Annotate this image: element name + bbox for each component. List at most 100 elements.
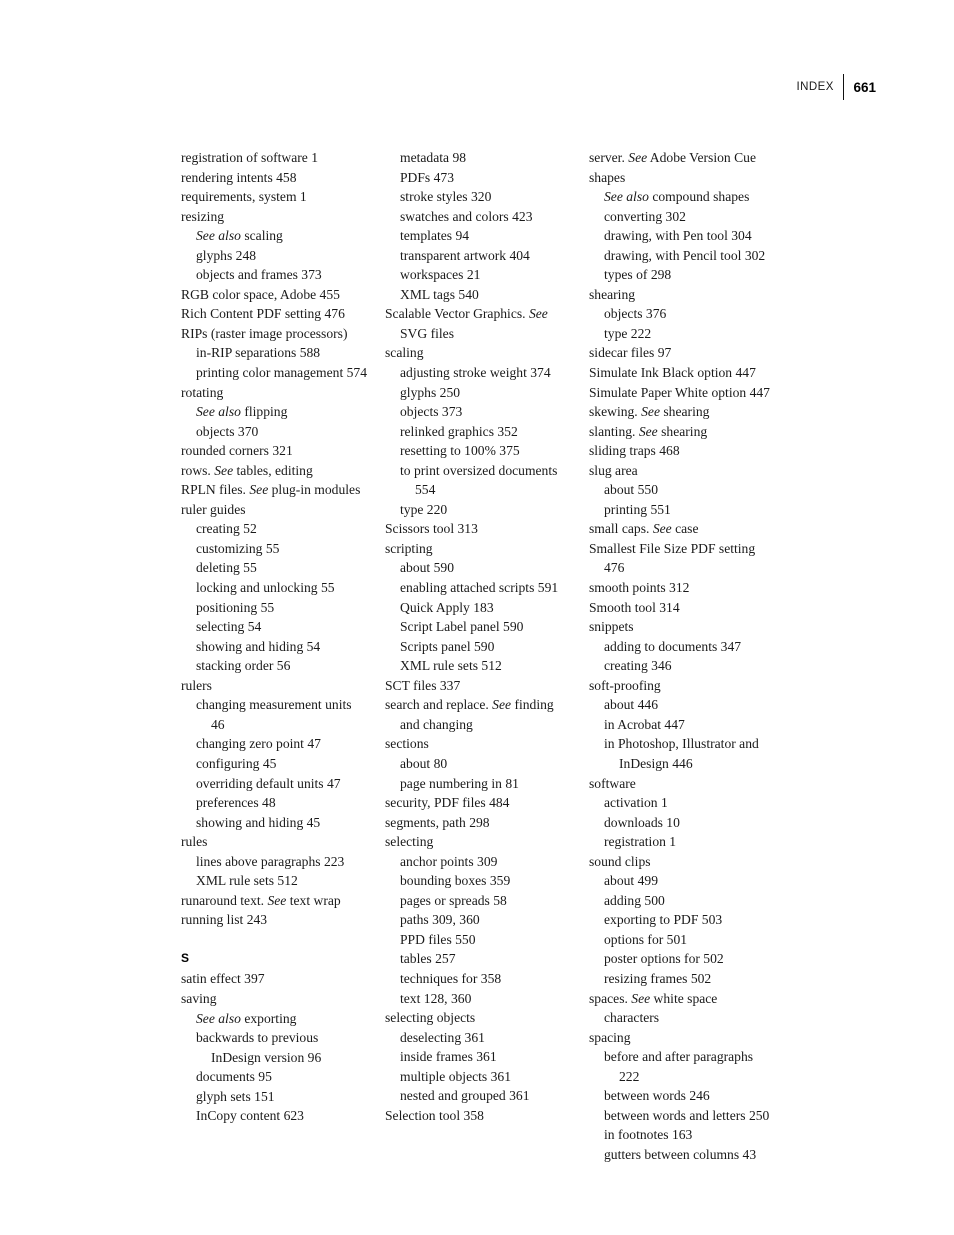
entry-text: changing measurement units 46 [196, 697, 352, 732]
entry-text: rendering intents 458 [181, 169, 297, 185]
index-subentry: in-RIP separations 588 [196, 343, 367, 363]
entry-text: showing and hiding 45 [196, 814, 321, 830]
entry-text: smooth points 312 [589, 580, 690, 596]
entry-text: RIPs (raster image processors) [181, 325, 348, 341]
index-subentry: inside frames 361 [400, 1047, 571, 1067]
entry-text: small caps. [589, 521, 653, 537]
entry-text: Scripts panel 590 [400, 638, 495, 654]
entry-text: before and after paragraphs 222 [604, 1049, 754, 1084]
entry-text: tables, editing [233, 462, 313, 478]
index-section-heading: S [181, 950, 190, 965]
entry-text: poster options for 502 [604, 951, 724, 967]
entry-text: running list 243 [181, 912, 268, 928]
index-entry: smooth points 312 [589, 578, 775, 598]
index-subentry: tables 257 [400, 949, 571, 969]
index-entry: Scalable Vector Graphics. See SVG files [385, 304, 571, 343]
index-subentry: glyphs 248 [196, 246, 367, 266]
entry-text: resizing [181, 208, 225, 224]
entry-text: pages or spreads 58 [400, 892, 507, 908]
entry-text: Selection tool 358 [385, 1107, 484, 1123]
index-subentry: before and after paragraphs 222 [604, 1047, 775, 1086]
index-subentry: deselecting 361 [400, 1028, 571, 1048]
entry-text: rounded corners 321 [181, 443, 293, 459]
index-subentry: pages or spreads 58 [400, 891, 571, 911]
cross-reference-label: See [492, 697, 512, 713]
index-subentry: showing and hiding 45 [196, 813, 367, 833]
entry-text: selecting [385, 834, 434, 850]
index-subentry: swatches and colors 423 [400, 207, 571, 227]
index-subentry: between words 246 [604, 1086, 775, 1106]
entry-text: backwards to previous InDesign version 9… [196, 1030, 322, 1065]
index-subentry: locking and unlocking 55 [196, 578, 367, 598]
entry-text: page numbering in 81 [400, 775, 519, 791]
entry-text: in Acrobat 447 [604, 716, 685, 732]
index-subentry: adding 500 [604, 891, 775, 911]
index-subentry: PPD files 550 [400, 930, 571, 950]
index-entry: Smooth tool 314 [589, 598, 775, 618]
entry-text: soft-proofing [589, 677, 661, 693]
entry-text: exporting to PDF 503 [604, 912, 723, 928]
index-subentry: stacking order 56 [196, 656, 367, 676]
entry-text: about 446 [604, 697, 658, 713]
entry-text: spaces. [589, 990, 632, 1006]
entry-text: XML tags 540 [400, 286, 479, 302]
index-subentry: See also exporting [196, 1009, 367, 1029]
entry-text: SCT files 337 [385, 677, 461, 693]
entry-text: stroke styles 320 [400, 189, 492, 205]
entry-text: scaling [240, 228, 283, 244]
entry-text: about 80 [400, 755, 448, 771]
column-2: metadata 98 PDFs 473 stroke styles 320 swat… [385, 148, 571, 1125]
index-subentry: showing and hiding 54 [196, 637, 367, 657]
index-subentry: changing measurement units 46 [196, 695, 367, 734]
entry-text: Scalable Vector Graphics. [385, 306, 529, 322]
entry-text: workspaces 21 [400, 267, 481, 283]
index-subentry: about 499 [604, 871, 775, 891]
entry-text: RGB color space, Adobe 455 [181, 286, 340, 302]
index-subentry: options for 501 [604, 930, 775, 950]
entry-text: software [589, 775, 636, 791]
cross-reference-label: See [638, 423, 658, 439]
entry-text: deselecting 361 [400, 1029, 485, 1045]
index-entry: saving [181, 989, 367, 1009]
entry-text: Rich Content PDF setting 476 [181, 306, 345, 322]
entry-text: multiple objects 361 [400, 1068, 512, 1084]
entry-text: sound clips [589, 853, 651, 869]
entry-text: customizing 55 [196, 540, 280, 556]
cross-reference-label: See also [196, 404, 241, 420]
index-subentry: changing zero point 47 [196, 734, 367, 754]
entry-text: Adobe Version Cue [647, 150, 757, 165]
entry-text: enabling attached scripts 591 [400, 580, 559, 596]
index-entry: Smallest File Size PDF setting 476 [589, 539, 775, 578]
entry-text: sliding traps 468 [589, 443, 680, 459]
index-subentry: downloads 10 [604, 813, 775, 833]
index-subentry: PDFs 473 [400, 168, 571, 188]
entry-text: creating 52 [196, 521, 257, 537]
index-subentry: type 222 [604, 324, 775, 344]
entry-text: inside frames 361 [400, 1049, 497, 1065]
index-subentry: gutters between columns 43 [604, 1145, 775, 1165]
entry-text: SVG files [400, 325, 454, 341]
index-entry: snippets [589, 617, 775, 637]
index-subentry: XML rule sets 512 [196, 871, 367, 891]
index-entry: sidecar files 97 [589, 343, 775, 363]
entry-text: Simulate Ink Black option 447 [589, 365, 756, 381]
index-subentry: templates 94 [400, 226, 571, 246]
entry-text: type 222 [604, 325, 652, 341]
index-subentry: paths 309, 360 [400, 910, 571, 930]
index-subentry: resetting to 100% 375 [400, 441, 571, 461]
entry-text: drawing, with Pencil tool 302 [604, 247, 766, 263]
index-subentry: objects 373 [400, 402, 571, 422]
entry-text: creating 346 [604, 658, 672, 674]
index-entry: ruler guides [181, 500, 367, 520]
index-subentry: selecting 54 [196, 617, 367, 637]
index-columns: registration of software 1 rendering inte… [181, 148, 881, 1164]
index-subentry: in Acrobat 447 [604, 715, 775, 735]
index-subentry: anchor points 309 [400, 852, 571, 872]
index-subentry: workspaces 21 [400, 265, 571, 285]
index-subentry: Script Label panel 590 [400, 617, 571, 637]
entry-text: in footnotes 163 [604, 1127, 693, 1143]
entry-text: scripting [385, 540, 433, 556]
index-entry: sliding traps 468 [589, 441, 775, 461]
index-subentry: about 590 [400, 558, 571, 578]
index-subentry: XML rule sets 512 [400, 656, 571, 676]
